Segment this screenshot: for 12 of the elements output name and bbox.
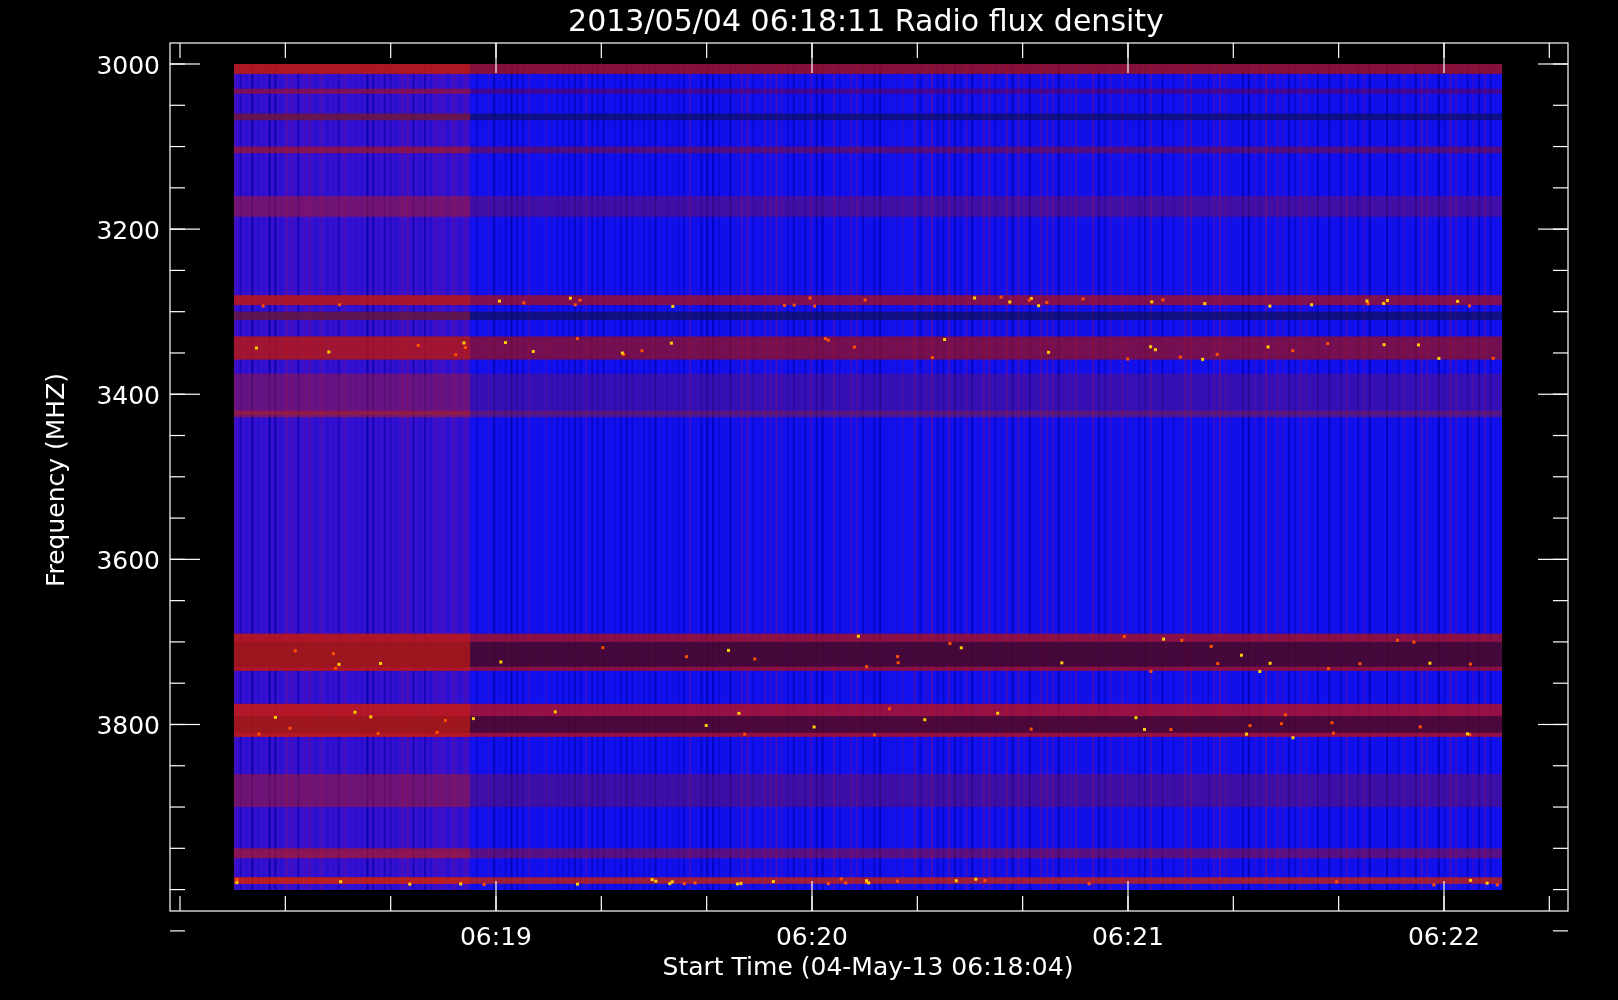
x-tick-label: 06:22 xyxy=(1408,922,1480,951)
y-tick-label: 3000 xyxy=(96,51,160,80)
y-tick-label: 3800 xyxy=(96,711,160,741)
x-axis-label: Start Time (04-May-13 06:18:04) xyxy=(662,952,1074,981)
y-tick-label: 3400 xyxy=(96,381,160,411)
x-tick-label: 06:19 xyxy=(460,922,532,951)
y-tick-label: 3200 xyxy=(96,216,160,246)
x-tick-label: 06:21 xyxy=(1092,922,1164,951)
y-tick-label: 3600 xyxy=(96,546,160,576)
chart-title: 2013/05/04 06:18:11 Radio flux density xyxy=(568,3,1164,38)
x-tick-label: 06:20 xyxy=(776,922,848,951)
y-axis-label: Frequency (MHZ) xyxy=(41,372,70,588)
